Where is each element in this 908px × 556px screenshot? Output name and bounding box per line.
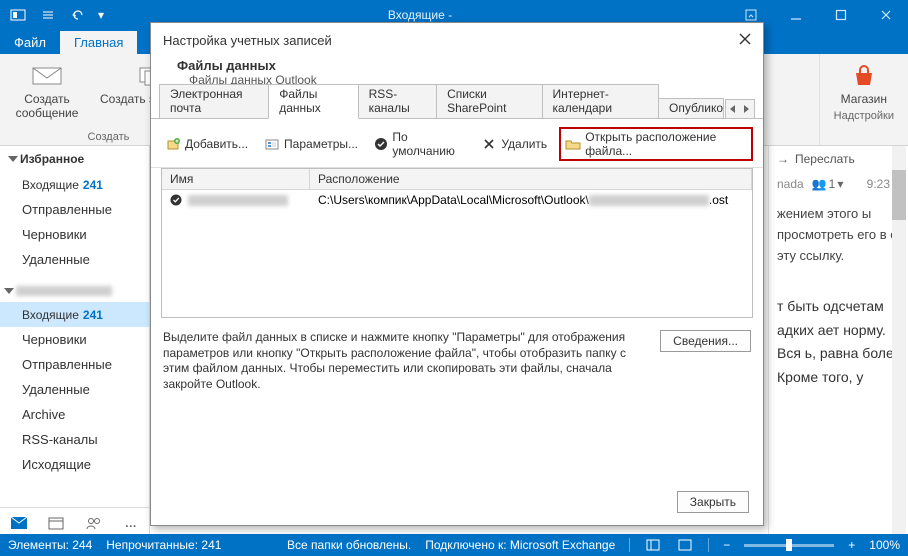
close-button[interactable] — [863, 0, 908, 30]
zoom-slider[interactable] — [744, 544, 834, 547]
fav-inbox[interactable]: Входящие241 — [0, 172, 149, 197]
remove-button[interactable]: Удалить — [477, 134, 551, 154]
acct-deleted[interactable]: Удаленные — [0, 377, 149, 402]
account-header[interactable] — [0, 280, 149, 302]
tab-published[interactable]: Опублико — [658, 98, 724, 118]
more-switch-icon[interactable]: … — [123, 514, 140, 532]
data-file-row[interactable]: C:\Users\компик\AppData\Local\Microsoft\… — [162, 190, 752, 210]
account-settings-dialog: Настройка учетных записей Файлы данных Ф… — [150, 22, 764, 526]
data-files-list[interactable]: Имя Расположение C:\Users\компик\AppData… — [161, 168, 753, 318]
reading-body-1: жением этого ы просмотреть его в е эту с… — [777, 204, 904, 266]
dialog-toolbar: Добавить... Параметры... По умолчанию Уд… — [151, 119, 763, 168]
acct-outbox[interactable]: Исходящие — [0, 452, 149, 477]
reading-pane: → Переслать nada 👥1▾ 9:23 жением этого ы… — [768, 146, 908, 538]
favorites-header[interactable]: Избранное — [0, 146, 149, 172]
tab-internet-calendars[interactable]: Интернет-календари — [542, 84, 659, 118]
mail-switch-icon[interactable] — [10, 514, 28, 532]
reading-body-2: т быть одсчетам адких ает норму. Вся ь, … — [777, 295, 904, 390]
qat-customize-icon[interactable]: ▾ — [94, 1, 108, 29]
status-connected: Подключено к: Microsoft Exchange — [425, 538, 615, 552]
view-reading-icon[interactable] — [676, 536, 694, 554]
col-name[interactable]: Имя — [162, 169, 310, 189]
file-name-redacted — [188, 195, 288, 206]
dialog-title: Настройка учетных записей — [151, 23, 763, 52]
details-button[interactable]: Сведения... — [660, 330, 751, 352]
tabs-scroll-right[interactable] — [740, 100, 754, 118]
tab-home[interactable]: Главная — [60, 31, 137, 54]
fav-deleted[interactable]: Удаленные — [0, 247, 149, 272]
forward-action[interactable]: → — [777, 150, 789, 169]
dialog-subtitle: Файлы данных — [177, 58, 737, 73]
tab-email[interactable]: Электронная почта — [159, 84, 269, 118]
file-location: C:\Users\компик\AppData\Local\Microsoft\… — [310, 190, 752, 210]
status-unread: Непрочитанные: 241 — [106, 538, 221, 552]
acct-drafts[interactable]: Черновики — [0, 327, 149, 352]
dialog-close-button[interactable] — [731, 27, 759, 51]
dialog-tabs: Электронная почта Файлы данных RSS-канал… — [151, 97, 763, 119]
zoom-in[interactable]: + — [848, 538, 855, 552]
mail-icon — [31, 62, 63, 90]
ribbon-group-create: Создать — [88, 131, 130, 145]
zoom-level: 100% — [869, 538, 900, 552]
store-icon — [848, 62, 880, 90]
app-icon[interactable] — [4, 1, 32, 29]
people-icon[interactable]: 👥1▾ — [812, 175, 844, 194]
view-normal-icon[interactable] — [644, 536, 662, 554]
open-file-location-button[interactable]: Открыть расположение файла... — [559, 127, 753, 161]
maximize-button[interactable] — [818, 0, 863, 30]
calendar-switch-icon[interactable] — [48, 514, 65, 532]
fav-drafts[interactable]: Черновики — [0, 222, 149, 247]
default-check-icon — [170, 194, 182, 206]
window-title: Входящие - — [112, 8, 728, 22]
fav-sent[interactable]: Отправленные — [0, 197, 149, 222]
settings-icon — [264, 136, 280, 152]
tab-file[interactable]: Файл — [0, 31, 60, 54]
store-button[interactable]: Магазин — [835, 58, 893, 110]
acct-rss[interactable]: RSS-каналы — [0, 427, 149, 452]
people-switch-icon[interactable] — [85, 514, 103, 532]
dialog-help-text: Выделите файл данных в списке и нажмите … — [163, 330, 650, 392]
set-default-button[interactable]: По умолчанию — [370, 128, 469, 160]
status-items: Элементы: 244 — [8, 538, 92, 552]
tab-sharepoint[interactable]: Списки SharePoint — [436, 84, 542, 118]
add-button[interactable]: Добавить... — [161, 134, 252, 154]
folder-pane: Избранное Входящие241 Отправленные Черно… — [0, 146, 150, 538]
qat-undo-icon[interactable] — [64, 1, 92, 29]
add-icon — [165, 136, 181, 152]
minimize-button[interactable] — [773, 0, 818, 30]
folder-open-icon — [565, 136, 581, 152]
status-synced: Все папки обновлены. — [287, 538, 411, 552]
acct-archive[interactable]: Archive — [0, 402, 149, 427]
col-location[interactable]: Расположение — [310, 169, 752, 189]
tab-data-files[interactable]: Файлы данных — [268, 84, 358, 119]
dialog-close-btn[interactable]: Закрыть — [677, 491, 749, 513]
tabs-scroll-left[interactable] — [726, 100, 740, 118]
acct-sent[interactable]: Отправленные — [0, 352, 149, 377]
reading-scrollbar-thumb[interactable] — [892, 170, 906, 220]
forward-label[interactable]: Переслать — [795, 150, 855, 169]
status-bar: Элементы: 244 Непрочитанные: 241 Все пап… — [0, 534, 908, 556]
zoom-out[interactable]: − — [723, 538, 730, 552]
x-icon — [481, 136, 497, 152]
check-circle-icon — [374, 136, 388, 152]
tab-rss[interactable]: RSS-каналы — [358, 84, 437, 118]
message-time: 9:23 — [867, 175, 890, 194]
settings-button[interactable]: Параметры... — [260, 134, 362, 154]
new-mail-button[interactable]: Создать сообщение — [6, 58, 88, 131]
acct-inbox[interactable]: Входящие241 — [0, 302, 149, 327]
qat-send-receive-icon[interactable] — [34, 1, 62, 29]
ribbon-group-addins: Надстройки — [834, 110, 894, 124]
sender-name: nada — [777, 175, 804, 194]
